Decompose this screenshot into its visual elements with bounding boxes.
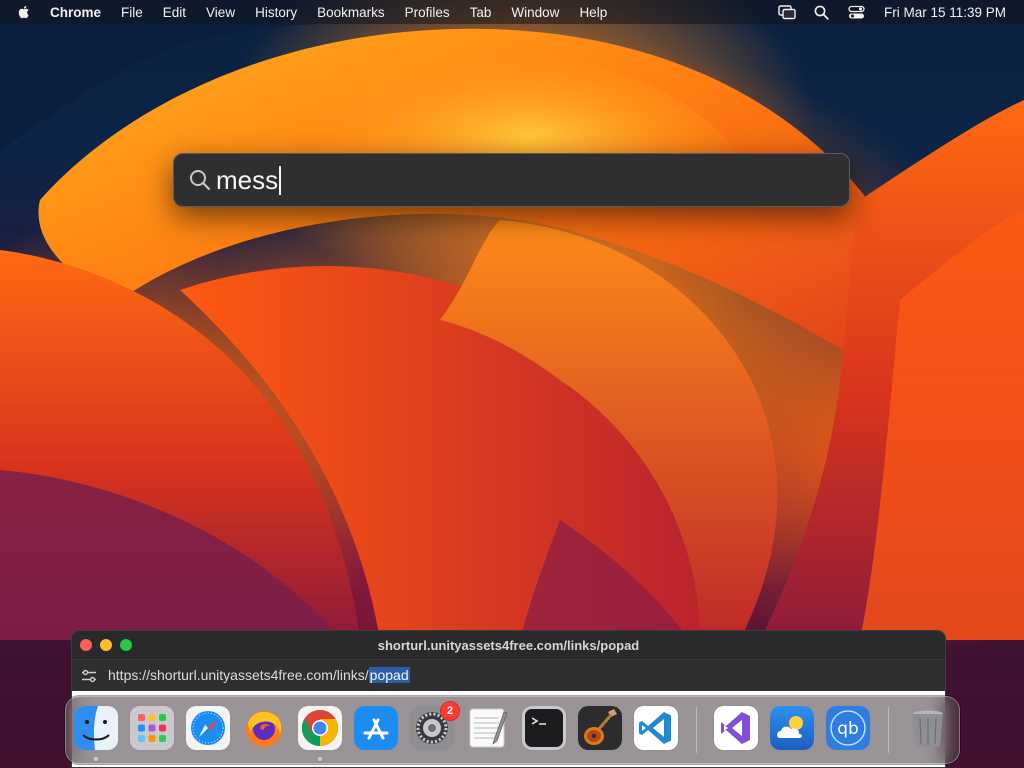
visual-studio-icon[interactable] xyxy=(714,706,758,750)
terminal-icon[interactable] xyxy=(522,706,566,750)
spotlight-query-text: mess xyxy=(216,165,279,195)
garageband-icon[interactable] xyxy=(578,706,622,750)
dock: 2 qb xyxy=(65,696,960,764)
safari-icon[interactable] xyxy=(186,706,230,750)
dock-separator xyxy=(888,707,889,753)
control-center-icon[interactable] xyxy=(848,4,866,20)
window-controls xyxy=(80,639,140,651)
menu-help[interactable]: Help xyxy=(579,5,607,20)
running-indicator xyxy=(318,757,322,761)
menu-bar-clock[interactable]: Fri Mar 15 11:39 PM xyxy=(884,5,1006,20)
vscode-icon[interactable] xyxy=(634,706,678,750)
menu-tab[interactable]: Tab xyxy=(470,5,492,20)
menu-window[interactable]: Window xyxy=(511,5,559,20)
trash-icon[interactable] xyxy=(906,706,950,750)
search-icon xyxy=(190,170,211,191)
window-mirroring-icon[interactable] xyxy=(778,4,796,20)
menu-bar-status-area: Fri Mar 15 11:39 PM xyxy=(761,0,1006,24)
apple-logo-icon[interactable] xyxy=(16,4,32,20)
svg-text:qb: qb xyxy=(837,719,859,739)
window-title-bar[interactable]: shorturl.unityassets4free.com/links/popa… xyxy=(72,631,945,659)
running-indicator xyxy=(94,757,98,761)
finder-icon[interactable] xyxy=(74,706,118,750)
spotlight-search-panel: mess xyxy=(173,153,850,207)
launchpad-icon[interactable] xyxy=(130,706,174,750)
text-caret xyxy=(279,165,282,195)
menu-profiles[interactable]: Profiles xyxy=(405,5,450,20)
weather-icon[interactable] xyxy=(770,706,814,750)
menu-history[interactable]: History xyxy=(255,5,297,20)
menu-bar: Chrome File Edit View History Bookmarks … xyxy=(0,0,1024,24)
firefox-icon[interactable] xyxy=(242,706,286,750)
dock-separator xyxy=(696,707,697,753)
menu-app-name[interactable]: Chrome xyxy=(50,5,101,20)
menu-bookmarks[interactable]: Bookmarks xyxy=(317,5,385,20)
close-button[interactable] xyxy=(80,639,92,651)
url-prefix: https://shorturl.unityassets4free.com/li… xyxy=(108,667,369,683)
notification-badge: 2 xyxy=(440,701,460,721)
textedit-icon[interactable] xyxy=(466,706,510,750)
menu-view[interactable]: View xyxy=(206,5,235,20)
app-store-icon[interactable] xyxy=(354,706,398,750)
spotlight-search-input[interactable]: mess xyxy=(216,163,282,197)
search-icon[interactable] xyxy=(813,4,831,20)
url-text[interactable]: https://shorturl.unityassets4free.com/li… xyxy=(108,667,410,683)
chrome-icon[interactable] xyxy=(298,706,342,750)
window-title: shorturl.unityassets4free.com/links/popa… xyxy=(377,637,640,653)
maximize-button[interactable] xyxy=(120,639,132,651)
minimize-button[interactable] xyxy=(100,639,112,651)
url-selected-text: popad xyxy=(368,667,410,683)
menu-file[interactable]: File xyxy=(121,5,143,20)
site-settings-icon[interactable] xyxy=(81,669,97,683)
qbittorrent-icon[interactable]: qb xyxy=(826,706,870,750)
menu-edit[interactable]: Edit xyxy=(163,5,186,20)
address-bar[interactable]: https://shorturl.unityassets4free.com/li… xyxy=(72,659,945,691)
